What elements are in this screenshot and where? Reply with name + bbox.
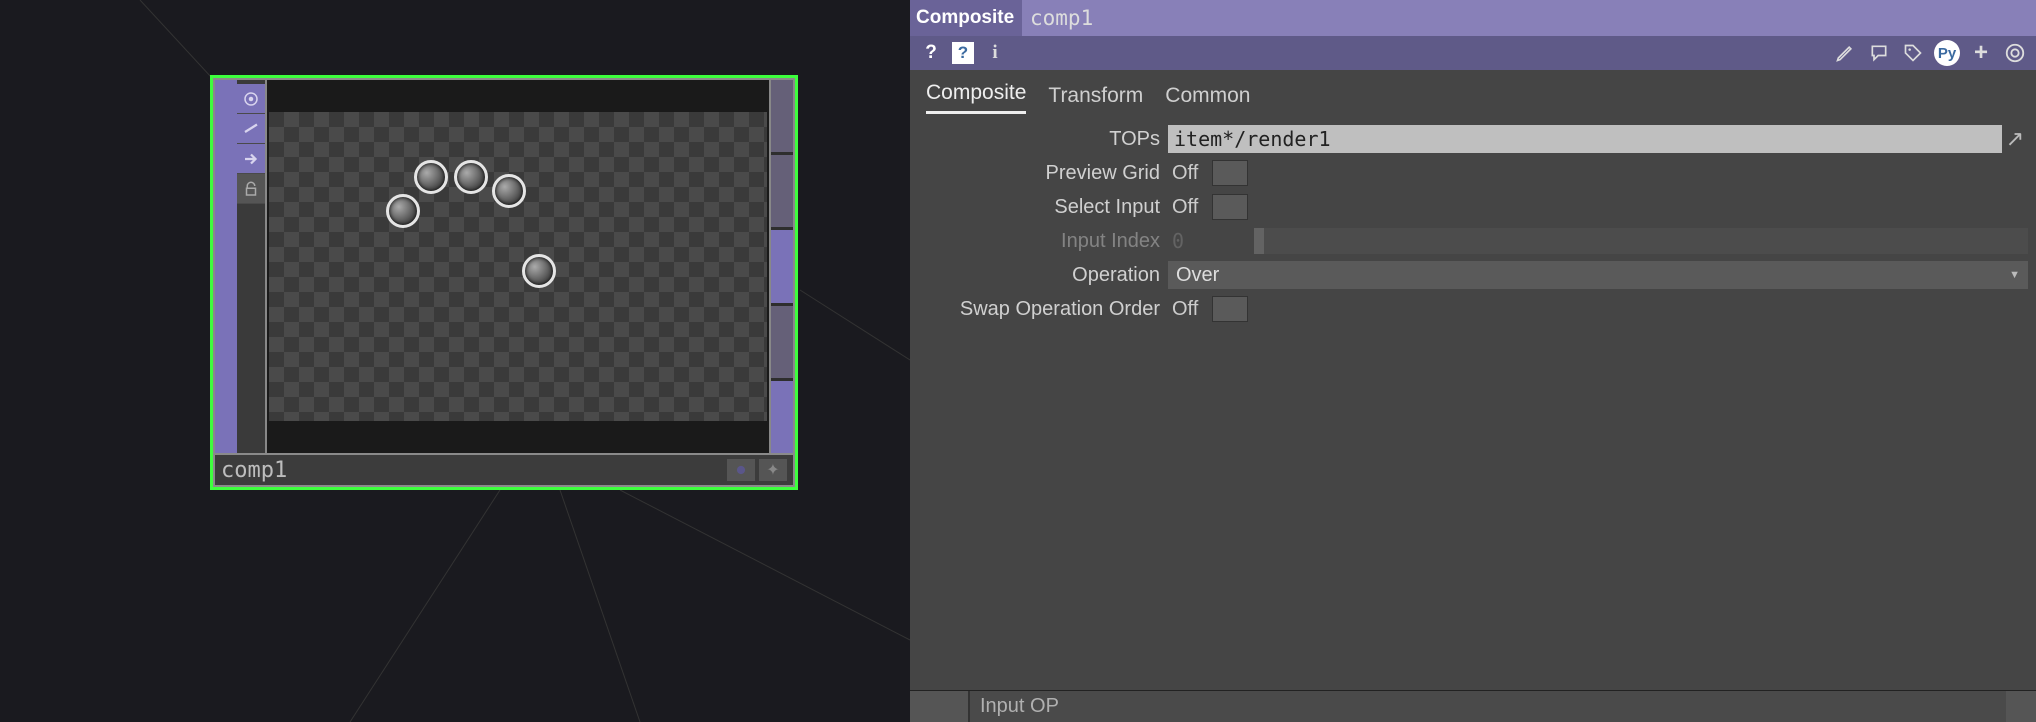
select-input-toggle[interactable] <box>1212 194 1248 220</box>
node-composite[interactable]: comp1 ✦ <box>210 75 798 490</box>
param-row-input-index: Input Index 0 <box>910 224 2036 258</box>
param-label: Preview Grid <box>910 162 1168 185</box>
input-index-slider <box>1254 228 2028 254</box>
info-icon[interactable]: i <box>982 40 1008 66</box>
lock-icon[interactable] <box>237 174 265 204</box>
tab-transform[interactable]: Transform <box>1048 84 1143 114</box>
display-flag-icon[interactable] <box>727 459 755 481</box>
viewer-active-icon[interactable] <box>237 84 265 114</box>
python-help-icon[interactable]: ? <box>952 42 974 64</box>
operator-name-field[interactable]: comp1 <box>1022 0 2036 36</box>
input-op-bar: Input OP <box>910 690 2036 722</box>
parameter-header: Composite comp1 <box>910 0 2036 36</box>
tab-composite[interactable]: Composite <box>926 81 1026 114</box>
node-output-strip[interactable] <box>771 80 793 453</box>
rendered-sphere <box>492 174 526 208</box>
parameter-pane: Composite comp1 ? ? i Py + Composite Tra… <box>910 0 2036 722</box>
clone-immune-icon[interactable] <box>237 114 265 144</box>
param-value: Off <box>1168 298 1212 321</box>
param-row-tops: TOPs ↗ <box>910 122 2036 156</box>
tab-common[interactable]: Common <box>1165 84 1250 114</box>
operation-dropdown[interactable]: Over <box>1168 261 2028 289</box>
node-footer: comp1 ✦ <box>213 455 795 487</box>
param-row-operation: Operation Over <box>910 258 2036 292</box>
rendered-sphere <box>522 254 556 288</box>
output-connector[interactable] <box>771 80 793 152</box>
parameter-toolbar: ? ? i Py + <box>910 36 2036 70</box>
language-python-icon[interactable]: Py <box>1934 40 1960 66</box>
node-input-strip[interactable] <box>215 80 237 453</box>
dropdown-value: Over <box>1176 264 1219 287</box>
rendered-sphere <box>386 194 420 228</box>
render-flag-icon[interactable]: ✦ <box>759 459 787 481</box>
bypass-icon[interactable] <box>237 144 265 174</box>
parameter-tabs: Composite Transform Common <box>910 70 2036 114</box>
param-value: 0 <box>1168 229 1250 253</box>
expand-arrow-icon[interactable]: ↗ <box>2002 126 2028 152</box>
input-op-prev-button[interactable] <box>910 691 970 722</box>
target-icon[interactable] <box>2002 40 2028 66</box>
param-label: Select Input <box>910 196 1168 219</box>
param-row-swap-order: Swap Operation Order Off <box>910 292 2036 326</box>
input-op-field[interactable]: Input OP <box>970 691 2006 722</box>
tag-icon[interactable] <box>1900 40 1926 66</box>
add-icon[interactable]: + <box>1968 40 1994 66</box>
param-value: Off <box>1168 162 1212 185</box>
output-connector[interactable] <box>771 152 793 227</box>
rendered-sphere <box>414 160 448 194</box>
viewer-frame <box>267 80 769 453</box>
operator-type-label: Composite <box>910 0 1022 36</box>
param-value: Off <box>1168 196 1212 219</box>
param-label: Input Index <box>910 230 1168 253</box>
node-left-toolbar <box>237 80 265 453</box>
param-label: TOPs <box>910 128 1168 151</box>
tops-input[interactable] <box>1168 125 2002 153</box>
param-label: Operation <box>910 264 1168 287</box>
output-connector[interactable] <box>771 227 793 302</box>
param-row-select-input: Select Input Off <box>910 190 2036 224</box>
input-op-placeholder: Input OP <box>980 695 1059 718</box>
param-label: Swap Operation Order <box>910 298 1168 321</box>
help-icon[interactable]: ? <box>918 40 944 66</box>
input-op-next-button[interactable] <box>2006 691 2036 722</box>
preview-grid-toggle[interactable] <box>1212 160 1248 186</box>
node-body <box>213 78 795 455</box>
viewer-canvas <box>269 112 767 421</box>
comment-icon[interactable] <box>1866 40 1892 66</box>
edit-icon[interactable] <box>1832 40 1858 66</box>
output-connector[interactable] <box>771 378 793 453</box>
param-row-preview-grid: Preview Grid Off <box>910 156 2036 190</box>
rendered-sphere <box>454 160 488 194</box>
output-connector[interactable] <box>771 303 793 378</box>
node-name[interactable]: comp1 <box>221 458 723 483</box>
parameter-list: TOPs ↗ Preview Grid Off Select Input Off… <box>910 114 2036 690</box>
swap-order-toggle[interactable] <box>1212 296 1248 322</box>
node-viewer[interactable] <box>265 80 771 453</box>
